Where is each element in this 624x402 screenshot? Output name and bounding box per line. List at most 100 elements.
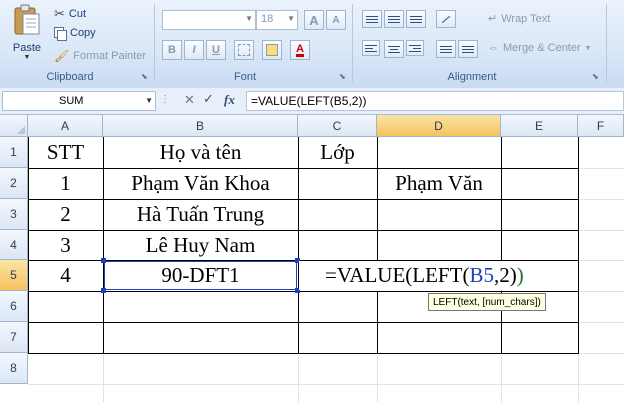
row-header-4[interactable]: 4 [0,230,28,260]
function-tooltip-text: LEFT(text, [num_chars]) [433,296,541,308]
gridline [578,199,624,200]
bold-icon: B [168,44,176,56]
shrink-font-button[interactable]: A [326,10,346,30]
column-header-c[interactable]: C [298,115,377,137]
gridline [578,168,624,169]
formula-prefix: =VALUE(LEFT( [325,263,470,287]
cut-label: Cut [68,8,87,20]
cell-c1[interactable]: Lớp [298,137,377,168]
underline-button[interactable]: U [206,40,226,60]
column-header-f[interactable]: F [578,115,624,137]
italic-button[interactable]: I [184,40,204,60]
align-middle-button[interactable] [384,10,404,28]
align-left-button[interactable] [362,40,380,56]
table-border [28,322,579,323]
scissors-icon: ✂ [54,6,65,21]
name-box[interactable]: SUM ▼ [2,91,156,111]
cell-a1[interactable]: STT [28,137,103,168]
chevron-down-icon[interactable]: ▼ [145,96,153,105]
dialog-launcher-icon[interactable]: ⬊ [592,72,599,81]
cancel-icon[interactable]: ✕ [184,92,195,108]
increase-indent-button[interactable] [458,40,478,58]
cell-b1[interactable]: Họ và tên [103,137,298,168]
cut-button[interactable]: ✂ Cut [54,6,86,22]
paste-button[interactable]: Paste ▼ [8,4,46,64]
reference-handle[interactable] [101,258,106,263]
chevron-down-icon: ▼ [584,44,592,52]
row-header-8[interactable]: 8 [0,353,28,384]
align-right-button[interactable] [406,40,424,56]
format-painter-label: Format Painter [73,50,146,62]
gridline [501,353,502,402]
merge-center-label: Merge & Center [503,42,581,54]
cell-d2[interactable]: Phạm Văn [377,168,501,199]
dialog-launcher-icon[interactable]: ⬊ [339,72,346,81]
copy-icon [54,27,67,41]
merge-center-button[interactable]: ⇔ Merge & Center ▼ [488,42,592,54]
orientation-button[interactable] [436,10,456,28]
borders-icon [238,44,250,56]
dialog-launcher-icon[interactable]: ⬊ [141,72,148,81]
cell-a4[interactable]: 3 [28,230,103,260]
font-size-select[interactable]: 18 ▼ [256,10,298,30]
row-header-7[interactable]: 7 [0,322,28,353]
bold-button[interactable]: B [162,40,182,60]
format-painter-button[interactable]: 🖌 Format Painter [54,49,146,63]
column-header-e[interactable]: E [501,115,578,137]
cell-b4[interactable]: Lê Huy Nam [103,230,298,260]
font-name-select[interactable]: ▼ [162,10,256,30]
chevron-down-icon: ▼ [23,54,31,61]
row-header-3[interactable]: 3 [0,199,28,230]
cell-b2[interactable]: Phạm Văn Khoa [103,168,298,199]
wrap-text-button[interactable]: ↵ Wrap Text [488,12,551,26]
formula-suffix: ) [516,263,524,287]
cell-b3[interactable]: Hà Tuấn Trung [103,199,298,230]
gridline [578,230,624,231]
column-header-a[interactable]: A [28,115,103,137]
formula-input[interactable]: =VALUE(LEFT(B5,2)) [246,91,624,111]
gridline [377,353,378,402]
insert-function-button[interactable]: fx [224,92,235,108]
align-bottom-button[interactable] [406,10,426,28]
align-top-button[interactable] [362,10,382,28]
column-header-d[interactable]: D [377,115,501,137]
reference-handle[interactable] [101,288,106,293]
table-border [28,353,579,354]
grow-font-button[interactable]: A [304,10,324,30]
cell-a5[interactable]: 4 [28,260,103,291]
function-tooltip: LEFT(text, [num_chars]) [428,293,546,311]
shrink-font-icon: A [332,14,340,26]
decrease-indent-button[interactable] [436,40,456,58]
alignment-group-label: Alignment [447,71,497,83]
font-color-button[interactable]: A [290,40,310,60]
select-all-button[interactable] [0,115,28,137]
copy-button[interactable]: Copy [54,27,96,41]
formula-reference: B5 [469,263,494,287]
cell-a3[interactable]: 2 [28,199,103,230]
fill-color-button[interactable] [262,40,282,60]
enter-icon[interactable]: ✓ [203,91,214,107]
gridline [578,322,624,323]
row-header-5[interactable]: 5 [0,260,28,291]
gridline [578,291,624,292]
wrap-text-label: Wrap Text [501,12,551,25]
cell-a2[interactable]: 1 [28,168,103,199]
formula-text: =VALUE(LEFT(B5,2)) [251,94,367,108]
font-color-icon: A [296,42,304,57]
clipboard-group-label: Clipboard [46,71,94,83]
font-group-label: Font [233,71,256,83]
splitter-handle[interactable]: ⋮ [160,94,170,105]
row-header-6[interactable]: 6 [0,291,28,322]
name-box-value: SUM [59,95,84,107]
borders-button[interactable] [234,40,254,60]
gridline [298,353,299,402]
underline-icon: U [212,44,220,56]
merge-icon: ⇔ [488,42,499,54]
cell-c5-editor[interactable]: =VALUE(LEFT(B5,2)) [299,261,578,290]
row-header-2[interactable]: 2 [0,168,28,199]
wrap-text-icon: ↵ [488,13,498,25]
align-center-button[interactable] [384,40,404,58]
row-header-1[interactable]: 1 [0,137,28,168]
column-header-b[interactable]: B [103,115,298,137]
gridline [103,353,104,402]
